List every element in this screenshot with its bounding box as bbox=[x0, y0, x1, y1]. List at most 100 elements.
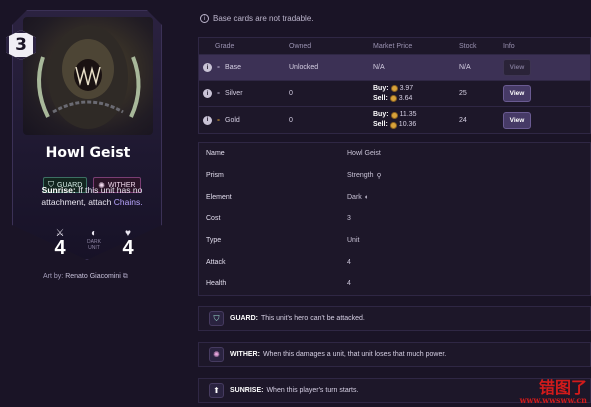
keyword-guard: ⛉ GUARD: This unit's hero can't be attac… bbox=[198, 306, 591, 331]
grade-row-base[interactable]: i ⚬ Base Unlocked N/A N/A View bbox=[199, 55, 590, 81]
price-cell: Buy: 11.35 Sell: 10.36 bbox=[373, 110, 459, 130]
shield-icon: ⛉ bbox=[209, 311, 224, 326]
detail-label: Attack bbox=[206, 258, 226, 266]
sell-price: Sell: 10.36 bbox=[373, 120, 459, 130]
chains-link[interactable]: Chains. bbox=[114, 197, 143, 207]
buy-label: Buy: bbox=[373, 84, 389, 92]
card-preview: Howl Geist ⛉ GUARD ✺ WITHER 3 Sunrise: I… bbox=[0, 0, 180, 407]
detail-label: Type bbox=[206, 237, 222, 245]
sunrise-icon: ⬆ bbox=[209, 383, 224, 398]
view-button[interactable]: View bbox=[503, 111, 531, 129]
keyword-desc: When this player's turn starts. bbox=[266, 387, 359, 394]
detail-row-type: Type Unit bbox=[199, 230, 590, 252]
dark-element-icon: ◐ bbox=[90, 228, 98, 239]
grade-gem-icon: ⚬ bbox=[216, 91, 222, 97]
health-value: 4 bbox=[122, 237, 134, 259]
art-credit: Art by: Renato Giacomini ⧉ bbox=[43, 273, 128, 281]
coin-icon bbox=[389, 95, 397, 102]
card-stats: ⚔ 4 ◐ DARK UNIT ♥ 4 bbox=[50, 228, 138, 264]
coin-icon bbox=[390, 85, 398, 92]
buy-price: Buy: 11.35 bbox=[373, 110, 459, 120]
stock-cell: N/A bbox=[459, 64, 471, 71]
detail-value: Dark ◐ bbox=[347, 194, 369, 201]
stock-cell: 24 bbox=[459, 116, 467, 124]
card-artwork bbox=[23, 17, 153, 135]
detail-label: Cost bbox=[206, 215, 221, 223]
detail-value: 3 bbox=[347, 215, 351, 223]
sell-label: Sell: bbox=[373, 94, 388, 102]
grade-name: Silver bbox=[225, 90, 243, 97]
detail-value: Strength ⚲ bbox=[347, 172, 382, 180]
grades-table: Grade Owned Market Price Stock Info i ⚬ … bbox=[198, 37, 591, 134]
header-market-price: Market Price bbox=[373, 42, 413, 50]
coin-icon bbox=[389, 121, 397, 129]
keyword-wither: ✺ WITHER: When this damages a unit, that… bbox=[198, 342, 591, 367]
prism-value: Strength bbox=[347, 172, 374, 180]
watermark: 错图了 www.wwsww.cn bbox=[520, 379, 587, 405]
header-grade: Grade bbox=[215, 42, 235, 50]
tradable-notice: i Base cards are not tradable. bbox=[200, 14, 314, 23]
info-cell: View bbox=[503, 111, 563, 129]
art-by-label: Art by: bbox=[43, 273, 64, 280]
sell-value: 3.64 bbox=[398, 94, 413, 102]
detail-label: Element bbox=[206, 193, 232, 201]
watermark-url: www.wwsww.cn bbox=[519, 395, 587, 405]
detail-row-name: Name Howl Geist bbox=[199, 143, 590, 165]
price-cell: N/A bbox=[373, 64, 385, 71]
detail-row-prism: Prism Strength ⚲ bbox=[199, 165, 590, 187]
detail-row-health: Health 4 bbox=[199, 273, 590, 295]
detail-row-attack: Attack 4 bbox=[199, 251, 590, 273]
sell-value: 10.36 bbox=[398, 121, 417, 128]
prism-label-2: UNIT bbox=[88, 245, 100, 251]
buy-label: Buy: bbox=[373, 111, 389, 118]
coin-icon bbox=[390, 111, 398, 119]
wither-icon: ✺ bbox=[209, 347, 224, 362]
info-icon[interactable]: i bbox=[203, 89, 212, 98]
owned-cell: 0 bbox=[289, 116, 293, 124]
element-value: Dark bbox=[347, 193, 362, 201]
strength-prism-icon: ⚲ bbox=[376, 172, 382, 180]
sell-price: Sell: 3.64 bbox=[373, 94, 459, 104]
buy-value: 3.97 bbox=[399, 84, 414, 92]
health-stat: ♥ 4 bbox=[118, 228, 138, 259]
artist-link[interactable]: Renato Giacomini bbox=[65, 273, 121, 280]
detail-row-cost: Cost 3 bbox=[199, 208, 590, 230]
grade-gem-icon: ⚬ bbox=[216, 117, 222, 124]
grade-row-gold[interactable]: i ⚬ Gold 0 Buy: 11.35 Sell: 10.36 24 Vie… bbox=[199, 107, 590, 133]
detail-label: Health bbox=[206, 280, 227, 288]
attack-stat: ⚔ 4 bbox=[50, 228, 70, 259]
grade-cell: i ⚬ Silver bbox=[199, 89, 289, 98]
info-icon[interactable]: i bbox=[203, 115, 212, 125]
attack-value: 4 bbox=[54, 237, 66, 259]
card-name: Howl Geist bbox=[45, 145, 131, 161]
header-owned: Owned bbox=[289, 42, 312, 50]
card-ability-keyword: Sunrise: bbox=[41, 185, 76, 195]
grade-cell: i ⚬ Base bbox=[199, 63, 289, 72]
detail-value: 4 bbox=[347, 280, 351, 288]
detail-value: Howl Geist bbox=[347, 150, 381, 158]
price-cell: Buy: 3.97 Sell: 3.64 bbox=[373, 84, 459, 104]
external-link-icon[interactable]: ⧉ bbox=[123, 273, 128, 280]
keyword-name: GUARD: bbox=[230, 315, 258, 322]
keyword-desc: This unit's hero can't be attacked. bbox=[261, 315, 365, 322]
grade-cell: i ⚬ Gold bbox=[199, 115, 289, 125]
detail-value: Unit bbox=[347, 237, 360, 245]
grade-row-silver[interactable]: i ⚬ Silver 0 Buy: 3.97 Sell: 3.64 25 Vie… bbox=[199, 81, 590, 107]
detail-value: 4 bbox=[347, 258, 351, 266]
detail-label: Name bbox=[206, 150, 225, 158]
sell-label: Sell: bbox=[373, 121, 388, 128]
info-icon[interactable]: i bbox=[203, 63, 212, 72]
keyword-name: SUNRISE: bbox=[230, 387, 264, 394]
grade-name: Gold bbox=[225, 116, 240, 124]
keyword-name: WITHER: bbox=[230, 351, 260, 358]
grade-gem-icon: ⚬ bbox=[216, 65, 222, 71]
prism-emblem: ◐ DARK UNIT bbox=[84, 228, 104, 251]
grade-name: Base bbox=[225, 64, 241, 71]
view-button[interactable]: View bbox=[503, 85, 531, 102]
keyword-desc: When this damages a unit, that unit lose… bbox=[262, 351, 447, 358]
owned-cell: 0 bbox=[289, 90, 293, 97]
view-button[interactable]: View bbox=[503, 59, 531, 76]
card-details-table: Name Howl Geist Prism Strength ⚲ Element… bbox=[198, 142, 591, 296]
grades-header: Grade Owned Market Price Stock Info bbox=[199, 38, 590, 55]
info-icon: i bbox=[200, 14, 209, 23]
